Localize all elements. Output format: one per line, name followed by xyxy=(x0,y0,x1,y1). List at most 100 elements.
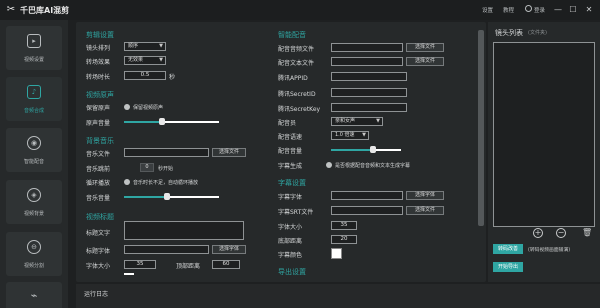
tutorial-link[interactable]: 教程 xyxy=(503,6,514,14)
secret-id-label: 腾讯SecretID xyxy=(278,91,316,98)
shot-list-title: 镜头列表 xyxy=(495,29,523,37)
speaker-select[interactable]: 亲和女声 ▼ xyxy=(331,117,383,126)
chevron-down-icon: ▼ xyxy=(159,57,163,63)
settings-link[interactable]: 设置 xyxy=(482,6,493,14)
transition-value: 无效果 xyxy=(128,57,144,63)
voice-text-button[interactable]: 选择文件 xyxy=(406,57,444,66)
section-export: 导出设置 xyxy=(278,268,306,276)
secret-key-label: 腾讯SecretKey xyxy=(278,106,321,113)
transition-duration-label: 转场时长 xyxy=(86,74,111,81)
original-volume-label: 原声音量 xyxy=(86,120,111,127)
speed-value: 1.0 倍速 xyxy=(335,132,355,138)
sidebar-item-voice[interactable]: ◉ 智能配音 xyxy=(6,128,62,172)
sidebar: ▸ 视频设置 ♪ 音频合成 ◉ 智能配音 ◈ 视频背景 ⊖ 视频分割 ⌁ xyxy=(0,20,68,308)
trash-icon[interactable]: 🗑 xyxy=(582,228,592,238)
section-edit-settings: 剪辑设置 xyxy=(86,31,114,39)
seconds-unit: 秒 xyxy=(169,74,176,81)
srt-file-button[interactable]: 选择文件 xyxy=(406,206,444,215)
music-skip-unit: 秒开始 xyxy=(158,166,174,172)
sidebar-item-label: 智能配音 xyxy=(23,159,44,165)
secret-key-input[interactable] xyxy=(331,103,407,112)
convert-button[interactable]: 转码改善 xyxy=(493,244,523,254)
top-margin-input[interactable]: 60 xyxy=(212,260,240,269)
main-scrollbar[interactable] xyxy=(478,30,484,226)
title-font-input[interactable] xyxy=(124,245,209,254)
title-font-button[interactable]: 选择字体 xyxy=(212,245,246,254)
minimize-button[interactable]: — xyxy=(553,4,563,15)
voice-volume-slider[interactable] xyxy=(331,146,401,153)
voice-file-label: 配音音频文件 xyxy=(278,46,315,53)
add-icon[interactable]: + xyxy=(533,228,543,238)
transition-label: 转场效果 xyxy=(86,59,111,66)
sidebar-item-label: 音频合成 xyxy=(23,108,44,114)
export-button[interactable]: 开始导出 xyxy=(493,262,523,272)
sub-font-size-input[interactable]: 35 xyxy=(331,221,357,230)
voice-volume-label: 配音音量 xyxy=(278,148,303,155)
close-button[interactable]: ✕ xyxy=(584,4,594,15)
video-icon: ▸ xyxy=(27,34,41,48)
subtitle-gen-radio[interactable] xyxy=(326,162,332,168)
voice-file-button[interactable]: 选择文件 xyxy=(406,43,444,52)
music-skip-label: 音乐跳前 xyxy=(86,166,111,173)
section-original-audio: 视频原声 xyxy=(86,91,114,99)
sidebar-item-background[interactable]: ◈ 视频背景 xyxy=(6,180,62,224)
shot-order-value: 顺序 xyxy=(128,43,139,49)
voice-file-input[interactable] xyxy=(331,43,403,52)
sidebar-item-satellite[interactable]: ⌁ xyxy=(6,282,62,308)
voice-text-input[interactable] xyxy=(331,57,403,66)
original-volume-slider[interactable] xyxy=(124,118,219,125)
loop-play-option: 音乐时长不足，自动循环播放 xyxy=(133,180,199,186)
satellite-icon: ⌁ xyxy=(30,289,38,302)
font-size-input[interactable]: 35 xyxy=(124,260,156,269)
subtitle-gen-option: 是否根据配音音频和文本生成字幕 xyxy=(335,163,411,169)
shot-list-box[interactable] xyxy=(493,42,595,227)
sidebar-item-label: 视频分割 xyxy=(23,263,44,269)
sub-color-swatch[interactable] xyxy=(331,248,342,259)
loop-play-radio[interactable] xyxy=(124,179,130,185)
section-bgm: 背景音乐 xyxy=(86,137,114,145)
remove-icon[interactable]: − xyxy=(556,228,566,238)
shot-list-hint: (文件夹) xyxy=(528,30,547,36)
slider-knob[interactable] xyxy=(370,146,376,153)
music-file-input[interactable] xyxy=(124,148,209,157)
transition-duration-input[interactable]: 0.5 xyxy=(124,71,166,80)
secret-id-input[interactable] xyxy=(331,88,407,97)
transition-select[interactable]: 无效果 ▼ xyxy=(124,56,166,65)
title-slider-track xyxy=(124,273,134,275)
speaker-value: 亲和女声 xyxy=(335,118,356,124)
sidebar-item-video[interactable]: ▸ 视频设置 xyxy=(6,26,62,70)
settings-panel: 剪辑设置 镜头排列 顺序 ▼ 转场效果 无效果 ▼ 转场时长 0.5 秒 视频原声 … xyxy=(76,22,486,282)
maximize-button[interactable]: ☐ xyxy=(568,4,578,15)
srt-file-input[interactable] xyxy=(331,206,403,215)
title-text-label: 标题文字 xyxy=(86,230,111,237)
music-skip-input[interactable]: 0 xyxy=(140,163,154,172)
slider-knob[interactable] xyxy=(159,118,165,125)
font-size-label: 字体大小 xyxy=(86,263,111,270)
sub-font-button[interactable]: 选择字体 xyxy=(406,191,444,200)
voice-icon: ◉ xyxy=(27,136,41,150)
slider-knob[interactable] xyxy=(163,193,170,200)
login-link[interactable]: 登录 xyxy=(534,6,545,14)
shot-order-select[interactable]: 顺序 ▼ xyxy=(124,42,166,51)
music-volume-slider[interactable] xyxy=(124,193,219,200)
sidebar-item-label: 视频背景 xyxy=(23,211,44,217)
title-text-area[interactable] xyxy=(124,221,244,240)
bottom-margin-input[interactable]: 20 xyxy=(331,235,357,244)
keep-original-label: 保留原声 xyxy=(86,105,111,112)
chevron-down-icon: ▼ xyxy=(376,118,380,124)
user-icon xyxy=(525,5,532,12)
music-file-label: 音乐文件 xyxy=(86,151,111,158)
app-title: 千巴库AI混剪 xyxy=(20,6,70,15)
speed-select[interactable]: 1.0 倍速 ▼ xyxy=(331,131,369,140)
loop-play-label: 循环播放 xyxy=(86,180,111,187)
appid-input[interactable] xyxy=(331,72,407,81)
sidebar-item-audio[interactable]: ♪ 音频合成 xyxy=(6,77,62,121)
chevron-down-icon: ▼ xyxy=(362,132,366,138)
voice-text-label: 配音文本文件 xyxy=(278,60,315,67)
music-file-button[interactable]: 选择文件 xyxy=(212,148,246,157)
sub-font-size-label: 字体大小 xyxy=(278,224,303,231)
sidebar-item-split[interactable]: ⊖ 视频分割 xyxy=(6,232,62,276)
split-icon: ⊖ xyxy=(27,240,41,254)
sub-font-input[interactable] xyxy=(331,191,403,200)
keep-original-radio[interactable] xyxy=(124,104,130,110)
